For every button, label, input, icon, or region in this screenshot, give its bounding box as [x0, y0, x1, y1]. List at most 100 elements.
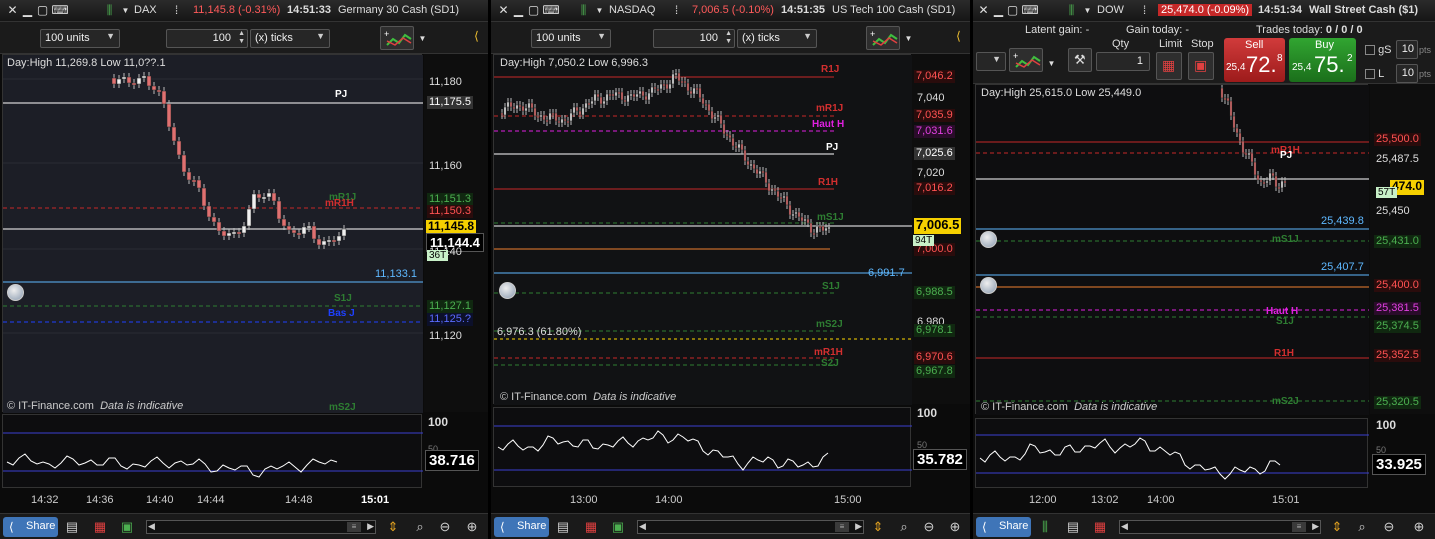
chevron-down-icon[interactable]: ▼ — [119, 4, 132, 17]
keyboard-icon[interactable]: ⌨ — [1020, 4, 1040, 17]
list-icon[interactable]: ▤ — [1065, 519, 1081, 535]
share-button[interactable]: ⟨ Share — [3, 517, 58, 537]
limit-order-button[interactable]: ▦ — [1156, 52, 1182, 80]
candle-chart-icon[interactable]: ⫼ — [1065, 4, 1078, 17]
time-scrollbar[interactable]: ◀ ≡ ▶ — [637, 520, 864, 534]
price-axis[interactable]: 25,500.0 25,487.5 474.0 25,450 25,431.0 … — [1370, 84, 1435, 414]
alert-globe-icon[interactable] — [980, 277, 997, 294]
ticks-unit-select[interactable]: (x) ticks ▼ — [737, 29, 817, 48]
scroll-left-icon: ◀ — [148, 521, 155, 531]
share-button[interactable]: ⟨ Share — [976, 517, 1031, 537]
indicators-button[interactable]: + — [866, 26, 900, 50]
indicator-config-icon[interactable]: ▦ — [583, 519, 599, 535]
oscillator-chart[interactable] — [975, 418, 1369, 488]
svg-text:+: + — [870, 29, 875, 39]
add-indicator-icon[interactable]: ▣ — [119, 519, 135, 535]
indicators-button[interactable]: + — [380, 26, 414, 50]
price-chart[interactable]: Day:High 7,050.2 Low 6,996.3 R1J mR1J Ha… — [493, 54, 912, 405]
info-icon[interactable]: ⁞ — [670, 4, 683, 17]
chevron-down-icon[interactable]: ▼ — [593, 4, 606, 17]
minimize-icon[interactable]: ▁ — [512, 4, 525, 17]
price-chart[interactable]: Day:High 25,615.0 Low 25,449.0 mR1H PJ 2… — [975, 84, 1369, 415]
buy-button[interactable]: Buy 25,4 75. 2 — [1289, 38, 1356, 82]
alert-globe-icon[interactable] — [7, 284, 24, 301]
ticks-stepper[interactable]: 100 ▲ ▼ — [653, 29, 735, 48]
magnifier-icon[interactable]: ⌕ — [1354, 519, 1370, 535]
alert-globe-icon[interactable] — [980, 231, 997, 248]
zoom-in-icon[interactable]: ⊕ — [1411, 519, 1427, 535]
candle — [800, 216, 804, 222]
checkbox-icon[interactable] — [1365, 69, 1375, 80]
restore-icon[interactable]: ▢ — [36, 4, 49, 17]
price-axis[interactable]: 7,046.2 7,040 7,035.9 7,031.6 7,025.6 7,… — [912, 54, 970, 404]
oscillator-chart[interactable] — [493, 407, 912, 487]
minimize-icon[interactable]: ▁ — [21, 4, 34, 17]
zoom-in-icon[interactable]: ⊕ — [947, 519, 963, 535]
stop-order-icon: ▣ — [1194, 57, 1208, 73]
restore-icon[interactable]: ▢ — [1006, 4, 1019, 17]
wrench-button[interactable]: ⚒ — [1068, 48, 1092, 72]
units-select[interactable]: 100 units ▼ — [531, 29, 611, 48]
keyboard-icon[interactable]: ⌨ — [50, 4, 70, 17]
level-price-mr1j: 7,035.9 — [914, 109, 955, 122]
zoom-out-icon[interactable]: ⊖ — [1381, 519, 1397, 535]
list-icon[interactable]: ▤ — [555, 519, 571, 535]
chevron-down-icon[interactable]: ▼ — [1045, 57, 1058, 70]
auto-scale-icon[interactable]: ⇕ — [1329, 519, 1345, 535]
oscillator-chart[interactable] — [2, 414, 423, 488]
restore-icon[interactable]: ▢ — [527, 4, 540, 17]
indicator-config-icon[interactable]: ▦ — [1092, 519, 1108, 535]
candle — [226, 232, 232, 237]
alert-globe-icon[interactable] — [499, 282, 516, 299]
candle — [527, 102, 531, 109]
indicator-config-icon[interactable]: ▦ — [92, 519, 108, 535]
close-icon[interactable]: ✕ — [977, 4, 990, 17]
zoom-out-icon[interactable]: ⊖ — [437, 519, 453, 535]
indicators-button[interactable]: + — [1009, 48, 1043, 72]
close-icon[interactable]: ✕ — [6, 4, 19, 17]
units-select[interactable]: 100 units ▼ — [40, 29, 120, 48]
chevron-down-icon[interactable]: ▼ — [1081, 4, 1094, 17]
info-icon[interactable]: ⁞ — [1138, 4, 1151, 17]
gs-input[interactable]: 10 — [1396, 40, 1418, 59]
close-icon[interactable]: ✕ — [497, 4, 510, 17]
expand-icon[interactable]: ⟨ — [952, 30, 965, 43]
time-axis[interactable]: 12:00 13:02 14:00 15:01 — [973, 490, 1435, 510]
ticks-stepper[interactable]: 100 ▲ ▼ — [166, 29, 248, 48]
minimize-icon[interactable]: ▁ — [992, 4, 1005, 17]
auto-scale-icon[interactable]: ⇕ — [870, 519, 886, 535]
magnifier-icon[interactable]: ⌕ — [412, 519, 428, 535]
keyboard-icon[interactable]: ⌨ — [541, 4, 561, 17]
chart-toolbar: 100 units ▼ 100 ▲ ▼ (x) ticks ▼ + ▼ ⟨ — [0, 22, 488, 54]
candle-chart-icon[interactable]: ⫼ — [103, 4, 116, 17]
price-chart[interactable]: Day:High 11,269.8 Low 11,0??.1 PJ mR1J m… — [2, 54, 423, 413]
share-button[interactable]: ⟨ Share — [494, 517, 549, 537]
expand-icon[interactable]: ⟨ — [470, 30, 483, 43]
time-axis[interactable]: 13:00 14:00 15:00 — [491, 490, 970, 510]
add-indicator-icon[interactable]: ▣ — [610, 519, 626, 535]
time-scrollbar[interactable]: ◀ ≡ ▶ — [146, 520, 376, 534]
stop-order-button[interactable]: ▣ — [1188, 52, 1214, 80]
level-label-ms1j: mS1J — [817, 212, 844, 223]
candle-chart-icon[interactable]: ⫼ — [1037, 519, 1053, 535]
qty-input[interactable]: 1 — [1096, 52, 1150, 71]
zoom-in-icon[interactable]: ⊕ — [464, 519, 480, 535]
chevron-down-icon[interactable]: ▼ — [902, 32, 915, 45]
magnifier-icon[interactable]: ⌕ — [896, 519, 912, 535]
candle-chart-icon[interactable]: ⫼ — [577, 4, 590, 17]
time-scrollbar[interactable]: ◀ ≡ ▶ — [1119, 520, 1321, 534]
time-axis[interactable]: 14:32 14:36 14:40 14:44 14:48 15:01 — [0, 490, 488, 510]
sell-button[interactable]: Sell 25,4 72. 8 — [1224, 38, 1285, 82]
account-select[interactable]: ▼ — [976, 52, 1006, 71]
auto-scale-icon[interactable]: ⇕ — [385, 519, 401, 535]
price-axis[interactable]: 11,180 11,175.5 11,160 11,151.3 11,150.3… — [424, 54, 488, 412]
list-icon[interactable]: ▤ — [64, 519, 80, 535]
candle — [1280, 180, 1284, 189]
l-input[interactable]: 10 — [1396, 64, 1418, 83]
zoom-out-icon[interactable]: ⊖ — [921, 519, 937, 535]
chevron-down-icon[interactable]: ▼ — [416, 32, 429, 45]
ticks-unit-select[interactable]: (x) ticks ▼ — [250, 29, 330, 48]
info-icon[interactable]: ⁞ — [170, 4, 183, 17]
level-label-pj: PJ — [335, 89, 348, 100]
checkbox-icon[interactable] — [1365, 45, 1375, 56]
